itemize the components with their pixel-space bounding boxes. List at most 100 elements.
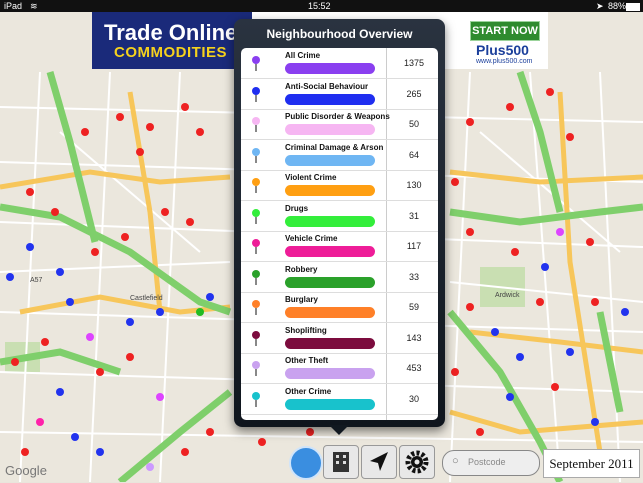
crime-category-bar bbox=[285, 93, 375, 105]
pin-icon bbox=[252, 361, 260, 369]
svg-text:Ardwick: Ardwick bbox=[495, 292, 520, 299]
crime-row[interactable]: Drugs 31 bbox=[241, 201, 438, 232]
crime-count: 64 bbox=[408, 149, 419, 160]
ad-subtitle: COMMODITIES bbox=[114, 44, 227, 61]
navigation-arrow-icon bbox=[370, 452, 388, 471]
ad-url: www.plus500.com bbox=[476, 58, 533, 65]
search-icon: ○ bbox=[452, 455, 459, 467]
pin-stick bbox=[255, 155, 257, 163]
wifi-icon: ≋ bbox=[30, 1, 38, 11]
pin-stick bbox=[255, 308, 257, 315]
pin-icon bbox=[252, 117, 260, 125]
crime-category-label: Vehicle Crime bbox=[285, 234, 338, 243]
globe-button[interactable] bbox=[289, 446, 323, 480]
crime-count: 130 bbox=[406, 180, 422, 190]
crime-count: 31 bbox=[408, 210, 419, 221]
crime-row[interactable]: Robbery 33 bbox=[241, 262, 438, 293]
gear-icon bbox=[405, 450, 429, 474]
crime-category-bar bbox=[285, 63, 375, 74]
status-bar: iPad ≋ 15:52 ➤ 88% bbox=[0, 0, 643, 12]
pin-stick bbox=[255, 247, 257, 254]
pin-stick bbox=[255, 125, 257, 132]
crime-row[interactable]: Criminal Damage & Arson 64 bbox=[241, 140, 438, 171]
battery-icon bbox=[626, 3, 640, 11]
battery-percent: 88% bbox=[608, 1, 627, 11]
crime-category-bar bbox=[285, 307, 375, 318]
crime-category-label: Criminal Damage & Arson bbox=[285, 142, 384, 152]
date-selector[interactable]: September 2011 bbox=[543, 449, 640, 478]
crime-category-label: Violent Crime bbox=[285, 173, 337, 182]
crime-row[interactable]: Other Crime 30 bbox=[241, 384, 438, 415]
crime-count: 59 bbox=[408, 302, 419, 312]
pin-icon bbox=[252, 208, 260, 217]
crime-count: 33 bbox=[408, 271, 419, 282]
pin-icon bbox=[252, 178, 260, 186]
crime-category-label: All Crime bbox=[285, 51, 321, 60]
crime-category-label: Drugs bbox=[285, 203, 309, 213]
crime-row[interactable]: Burglary 59 bbox=[241, 292, 438, 323]
pin-icon bbox=[252, 391, 260, 400]
ad-start-now-button[interactable]: START NOW bbox=[470, 21, 540, 41]
pin-icon bbox=[252, 86, 260, 95]
crime-category-list[interactable]: All Crime 1375 Anti-Social Behaviour 265 Pub… bbox=[241, 48, 438, 420]
ad-brand-logo: Plus500 bbox=[476, 42, 529, 58]
crime-row[interactable]: Vehicle Crime 117 bbox=[241, 231, 438, 262]
crime-category-bar bbox=[285, 337, 375, 349]
carrier-label: iPad bbox=[4, 1, 23, 11]
popover-arrow bbox=[329, 425, 349, 435]
crime-row[interactable]: Shoplifting 143 bbox=[241, 323, 438, 354]
crime-category-label: Shoplifting bbox=[285, 325, 327, 335]
crime-category-bar bbox=[285, 368, 375, 379]
svg-text:Castlefield: Castlefield bbox=[130, 295, 163, 302]
pin-stick bbox=[255, 216, 257, 224]
google-logo: Google bbox=[5, 463, 47, 478]
svg-text:A57: A57 bbox=[30, 277, 43, 284]
popover-title: Neighbourhood Overview bbox=[266, 27, 413, 41]
pin-stick bbox=[255, 186, 257, 193]
crime-count: 453 bbox=[406, 363, 422, 373]
pin-stick bbox=[255, 277, 257, 285]
crime-category-label: Robbery bbox=[285, 264, 318, 274]
crime-category-label: Anti-Social Behaviour bbox=[285, 81, 369, 91]
crime-row[interactable]: All Crime 1375 bbox=[241, 48, 438, 79]
crime-category-bar bbox=[285, 154, 375, 166]
crime-row[interactable]: Violent Crime 130 bbox=[241, 170, 438, 201]
settings-button[interactable] bbox=[399, 445, 435, 479]
crime-count: 50 bbox=[408, 119, 419, 129]
crime-count: 265 bbox=[406, 88, 422, 99]
location-arrow-icon: ➤ bbox=[596, 1, 604, 11]
crime-row[interactable]: Other Theft 453 bbox=[241, 353, 438, 384]
crime-category-bar bbox=[285, 276, 375, 288]
crime-count: 1375 bbox=[403, 58, 425, 68]
pin-stick bbox=[255, 64, 257, 71]
pin-icon bbox=[252, 330, 260, 339]
pin-stick bbox=[255, 369, 257, 376]
search-placeholder: Postcode bbox=[468, 457, 506, 467]
pin-icon bbox=[252, 300, 260, 308]
crime-count: 30 bbox=[408, 393, 419, 404]
crime-category-bar bbox=[285, 185, 375, 196]
crime-count: 143 bbox=[406, 332, 422, 343]
pin-icon bbox=[252, 239, 260, 247]
pin-icon bbox=[252, 56, 260, 64]
pin-stick bbox=[255, 338, 257, 346]
crime-category-bar bbox=[285, 124, 375, 135]
crime-category-label: Public Disorder & Weapons bbox=[285, 112, 390, 121]
crime-row[interactable]: Anti-Social Behaviour 265 bbox=[241, 79, 438, 110]
pin-icon bbox=[252, 147, 260, 156]
building-icon[interactable] bbox=[323, 445, 359, 479]
location-arrow-button[interactable] bbox=[361, 445, 397, 479]
crime-category-label: Other Crime bbox=[285, 386, 332, 396]
ad-title: Trade Online bbox=[104, 20, 238, 45]
pin-stick bbox=[255, 399, 257, 407]
clock: 15:52 bbox=[308, 1, 331, 11]
crime-category-bar bbox=[285, 398, 375, 410]
crime-category-label: Burglary bbox=[285, 295, 318, 304]
crime-row[interactable]: Public Disorder & Weapons 50 bbox=[241, 109, 438, 140]
neighbourhood-overview-popover: Neighbourhood Overview All Crime 1375 Anti… bbox=[234, 19, 445, 435]
crime-count: 117 bbox=[406, 241, 422, 251]
pin-icon bbox=[252, 269, 260, 278]
crime-category-bar bbox=[285, 215, 375, 227]
postcode-search-field[interactable]: ○ Postcode bbox=[442, 450, 540, 476]
pin-stick bbox=[255, 94, 257, 102]
